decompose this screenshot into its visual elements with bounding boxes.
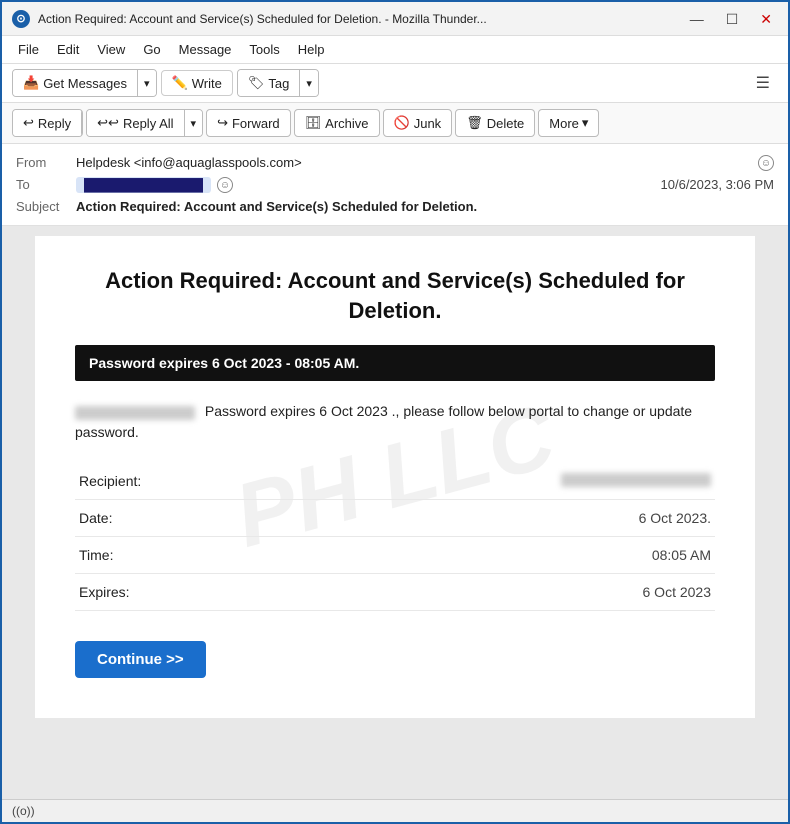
tag-button[interactable]: 🏷 Tag <box>238 70 300 96</box>
recipient-value <box>272 463 715 500</box>
delete-icon: 🗑 <box>466 115 483 131</box>
subject-label: Subject <box>16 199 76 214</box>
archive-label: Archive <box>325 116 368 131</box>
junk-button[interactable]: 🚫 Junk <box>383 109 453 137</box>
expires-label: Expires: <box>75 574 272 611</box>
tag-label: Tag <box>268 76 289 91</box>
password-banner: Password expires 6 Oct 2023 - 08:05 AM. <box>75 345 715 381</box>
time-label: Time: <box>75 537 272 574</box>
to-value: ██████████████ <box>76 177 211 193</box>
menu-go[interactable]: Go <box>135 39 168 60</box>
delete-button[interactable]: 🗑 Delete <box>455 109 535 137</box>
expires-value: 6 Oct 2023 <box>272 574 715 611</box>
status-icon: ((o)) <box>12 804 35 818</box>
email-body-container: PH LLC Action Required: Account and Serv… <box>2 226 788 799</box>
close-button[interactable]: ✕ <box>754 10 778 28</box>
junk-icon: 🚫 <box>394 115 410 131</box>
reply-all-label: Reply All <box>123 116 174 131</box>
title-bar: ⊙ Action Required: Account and Service(s… <box>2 2 788 36</box>
from-row: From Helpdesk <info@aquaglasspools.com> … <box>16 152 774 174</box>
more-dropdown-icon: ▾ <box>582 115 589 131</box>
menu-tools[interactable]: Tools <box>241 39 287 60</box>
expires-row: Expires: 6 Oct 2023 <box>75 574 715 611</box>
archive-icon: 🗄 <box>305 115 322 131</box>
to-contact-icon[interactable]: ☺ <box>217 177 233 193</box>
subject-value: Action Required: Account and Service(s) … <box>76 199 774 214</box>
main-toolbar: 📥 Get Messages ▾ ✏️ Write 🏷 Tag ▾ ☰ <box>2 64 788 103</box>
email-header: From Helpdesk <info@aquaglasspools.com> … <box>2 144 788 226</box>
reply-label: Reply <box>38 116 71 131</box>
reply-icon: ↩ <box>23 115 34 131</box>
forward-icon: ↪ <box>217 115 228 131</box>
main-window: ⊙ Action Required: Account and Service(s… <box>0 0 790 824</box>
blurred-email <box>75 406 195 420</box>
tag-dropdown[interactable]: ▾ <box>300 70 318 96</box>
recipient-label: Recipient: <box>75 463 272 500</box>
more-button[interactable]: More ▾ <box>538 109 599 137</box>
window-title: Action Required: Account and Service(s) … <box>38 12 676 26</box>
archive-button[interactable]: 🗄 Archive <box>294 109 380 137</box>
more-label: More <box>549 116 579 131</box>
email-paragraph: Password expires 6 Oct 2023 ., please fo… <box>75 401 715 443</box>
tag-icon: 🏷 <box>248 75 265 91</box>
hamburger-menu[interactable]: ☰ <box>748 69 778 97</box>
forward-label: Forward <box>232 116 280 131</box>
from-label: From <box>16 155 76 170</box>
date-row: Date: 6 Oct 2023. <box>75 500 715 537</box>
subject-row: Subject Action Required: Account and Ser… <box>16 196 774 217</box>
time-row: Time: 08:05 AM <box>75 537 715 574</box>
window-controls: — ☐ ✕ <box>684 10 778 28</box>
write-button[interactable]: ✏️ Write <box>161 70 233 96</box>
menu-file[interactable]: File <box>10 39 47 60</box>
write-icon: ✏️ <box>172 75 188 91</box>
date-label: Date: <box>75 500 272 537</box>
time-value: 08:05 AM <box>272 537 715 574</box>
menu-message[interactable]: Message <box>171 39 240 60</box>
blurred-recipient <box>561 473 711 487</box>
forward-button[interactable]: ↪ Forward <box>206 109 291 137</box>
reply-all-icon: ↩↩ <box>97 115 119 131</box>
email-title: Action Required: Account and Service(s) … <box>75 266 715 325</box>
menu-bar: File Edit View Go Message Tools Help <box>2 36 788 64</box>
to-label: To <box>16 177 76 192</box>
menu-help[interactable]: Help <box>290 39 333 60</box>
get-messages-icon: 📥 <box>23 75 39 91</box>
app-icon: ⊙ <box>12 10 30 28</box>
continue-button[interactable]: Continue >> <box>75 641 206 678</box>
info-table: Recipient: Date: 6 Oct 2023. Time: 08:05… <box>75 463 715 611</box>
minimize-button[interactable]: — <box>684 10 710 28</box>
get-messages-label: Get Messages <box>43 76 127 91</box>
reply-all-dropdown[interactable]: ▾ <box>185 110 203 136</box>
status-bar: ((o)) <box>2 799 788 822</box>
maximize-button[interactable]: ☐ <box>720 10 745 28</box>
get-messages-dropdown[interactable]: ▾ <box>138 70 156 96</box>
email-timestamp: 10/6/2023, 3:06 PM <box>661 177 774 192</box>
to-row: To ██████████████ ☺ 10/6/2023, 3:06 PM <box>16 174 774 196</box>
menu-edit[interactable]: Edit <box>49 39 87 60</box>
reply-split-button[interactable]: ↩ Reply <box>12 109 83 137</box>
get-messages-button[interactable]: 📥 Get Messages <box>13 70 138 96</box>
from-contact-icon[interactable]: ☺ <box>758 155 774 171</box>
tag-split-button[interactable]: 🏷 Tag ▾ <box>237 69 319 97</box>
get-messages-split-button[interactable]: 📥 Get Messages ▾ <box>12 69 157 97</box>
reply-all-split-button[interactable]: ↩↩ Reply All ▾ <box>86 109 203 137</box>
junk-label: Junk <box>414 116 441 131</box>
email-content: PH LLC Action Required: Account and Serv… <box>35 236 755 718</box>
action-bar: ↩ Reply ↩↩ Reply All ▾ ↪ Forward 🗄 Archi… <box>2 103 788 144</box>
reply-button[interactable]: ↩ Reply <box>13 110 82 136</box>
delete-label: Delete <box>487 116 525 131</box>
date-value: 6 Oct 2023. <box>272 500 715 537</box>
reply-all-button[interactable]: ↩↩ Reply All <box>87 110 184 136</box>
write-label: Write <box>192 76 222 91</box>
recipient-row: Recipient: <box>75 463 715 500</box>
from-value: Helpdesk <info@aquaglasspools.com> <box>76 155 754 170</box>
menu-view[interactable]: View <box>89 39 133 60</box>
